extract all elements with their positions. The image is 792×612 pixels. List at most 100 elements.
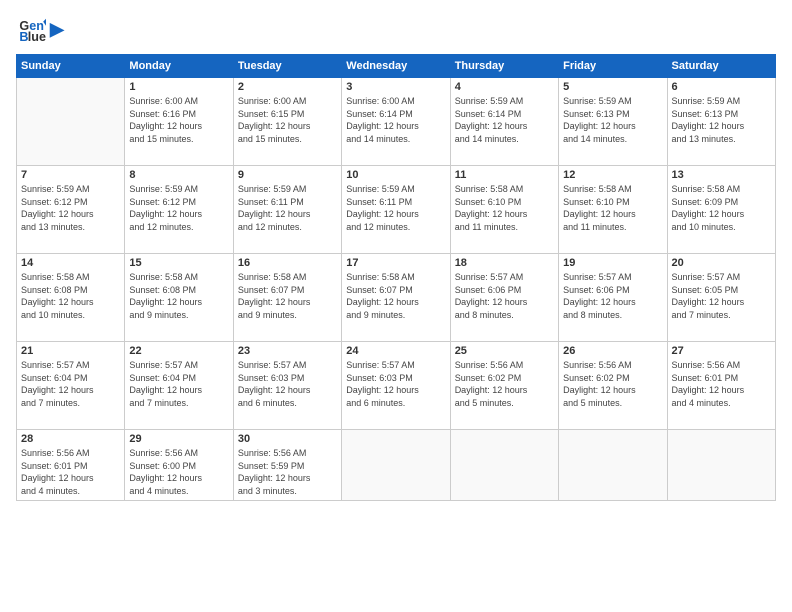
calendar-cell: 18 Sunrise: 5:57 AMSunset: 6:06 PMDayligh…	[450, 254, 558, 342]
day-number: 19	[563, 257, 662, 269]
calendar-cell	[342, 430, 450, 501]
day-number: 17	[346, 257, 445, 269]
calendar-cell: 30 Sunrise: 5:56 AMSunset: 5:59 PMDayligh…	[233, 430, 341, 501]
day-info: Sunrise: 5:57 AMSunset: 6:06 PMDaylight:…	[455, 271, 554, 321]
day-info: Sunrise: 5:56 AMSunset: 6:02 PMDaylight:…	[455, 359, 554, 409]
calendar-cell: 1 Sunrise: 6:00 AMSunset: 6:16 PMDaylight…	[125, 78, 233, 166]
day-info: Sunrise: 5:59 AMSunset: 6:13 PMDaylight:…	[563, 95, 662, 145]
calendar-cell: 20 Sunrise: 5:57 AMSunset: 6:05 PMDayligh…	[667, 254, 775, 342]
day-number: 28	[21, 433, 120, 445]
weekday-header-thursday: Thursday	[450, 55, 558, 78]
day-number: 9	[238, 169, 337, 181]
day-number: 21	[21, 345, 120, 357]
day-info: Sunrise: 5:58 AMSunset: 6:08 PMDaylight:…	[21, 271, 120, 321]
calendar-cell: 13Sunrise: 5:58 AMSunset: 6:09 PMDayligh…	[667, 166, 775, 254]
calendar-cell: 21 Sunrise: 5:57 AMSunset: 6:04 PMDayligh…	[17, 342, 125, 430]
weekday-header-friday: Friday	[559, 55, 667, 78]
calendar-body: 1 Sunrise: 6:00 AMSunset: 6:16 PMDaylight…	[17, 78, 776, 501]
calendar-cell: 10 Sunrise: 5:59 AMSunset: 6:11 PMDayligh…	[342, 166, 450, 254]
calendar-cell: 29 Sunrise: 5:56 AMSunset: 6:00 PMDayligh…	[125, 430, 233, 501]
calendar-cell	[559, 430, 667, 501]
day-info: Sunrise: 5:57 AMSunset: 6:05 PMDaylight:…	[672, 271, 771, 321]
calendar-cell	[17, 78, 125, 166]
day-number: 15	[129, 257, 228, 269]
day-number: 25	[455, 345, 554, 357]
day-number: 3	[346, 81, 445, 93]
day-info: Sunrise: 5:58 AMSunset: 6:10 PMDaylight:…	[455, 183, 554, 233]
calendar-cell: 17 Sunrise: 5:58 AMSunset: 6:07 PMDayligh…	[342, 254, 450, 342]
day-number: 6	[672, 81, 771, 93]
calendar-cell: 28 Sunrise: 5:56 AMSunset: 6:01 PMDayligh…	[17, 430, 125, 501]
calendar-cell: 9Sunrise: 5:59 AMSunset: 6:11 PMDaylight…	[233, 166, 341, 254]
day-number: 7	[21, 169, 120, 181]
calendar-cell: 12 Sunrise: 5:58 AMSunset: 6:10 PMDayligh…	[559, 166, 667, 254]
calendar-table: SundayMondayTuesdayWednesdayThursdayFrid…	[16, 54, 776, 501]
logo-icon: G en B lue	[18, 16, 46, 44]
svg-text:lue: lue	[28, 30, 46, 44]
calendar-cell: 19 Sunrise: 5:57 AMSunset: 6:06 PMDayligh…	[559, 254, 667, 342]
day-info: Sunrise: 5:59 AMSunset: 6:12 PMDaylight:…	[21, 183, 120, 233]
day-number: 29	[129, 433, 228, 445]
weekday-header-sunday: Sunday	[17, 55, 125, 78]
day-number: 5	[563, 81, 662, 93]
day-number: 11	[455, 169, 554, 181]
day-info: Sunrise: 5:58 AMSunset: 6:09 PMDaylight:…	[672, 183, 771, 233]
weekday-header-monday: Monday	[125, 55, 233, 78]
day-info: Sunrise: 5:57 AMSunset: 6:03 PMDaylight:…	[346, 359, 445, 409]
calendar-cell: 8Sunrise: 5:59 AMSunset: 6:12 PMDaylight…	[125, 166, 233, 254]
page-header: G en B lue ▶	[16, 16, 776, 44]
day-info: Sunrise: 5:56 AMSunset: 6:02 PMDaylight:…	[563, 359, 662, 409]
calendar-cell: 26Sunrise: 5:56 AMSunset: 6:02 PMDayligh…	[559, 342, 667, 430]
calendar-cell: 4 Sunrise: 5:59 AMSunset: 6:14 PMDaylight…	[450, 78, 558, 166]
day-info: Sunrise: 5:57 AMSunset: 6:03 PMDaylight:…	[238, 359, 337, 409]
calendar-cell: 2Sunrise: 6:00 AMSunset: 6:15 PMDaylight…	[233, 78, 341, 166]
day-number: 1	[129, 81, 228, 93]
day-number: 16	[238, 257, 337, 269]
calendar-cell: 3 Sunrise: 6:00 AMSunset: 6:14 PMDaylight…	[342, 78, 450, 166]
calendar-cell: 14 Sunrise: 5:58 AMSunset: 6:08 PMDayligh…	[17, 254, 125, 342]
day-number: 20	[672, 257, 771, 269]
calendar-week-1: 1 Sunrise: 6:00 AMSunset: 6:16 PMDaylight…	[17, 78, 776, 166]
calendar-cell: 24Sunrise: 5:57 AMSunset: 6:03 PMDayligh…	[342, 342, 450, 430]
day-info: Sunrise: 5:56 AMSunset: 5:59 PMDaylight:…	[238, 447, 337, 497]
weekday-header-row: SundayMondayTuesdayWednesdayThursdayFrid…	[17, 55, 776, 78]
calendar-cell: 5 Sunrise: 5:59 AMSunset: 6:13 PMDaylight…	[559, 78, 667, 166]
day-number: 8	[129, 169, 228, 181]
day-info: Sunrise: 5:58 AMSunset: 6:07 PMDaylight:…	[238, 271, 337, 321]
day-info: Sunrise: 5:58 AMSunset: 6:07 PMDaylight:…	[346, 271, 445, 321]
logo: G en B lue ▶	[16, 16, 64, 44]
day-info: Sunrise: 5:56 AMSunset: 6:01 PMDaylight:…	[21, 447, 120, 497]
day-number: 30	[238, 433, 337, 445]
day-number: 12	[563, 169, 662, 181]
calendar-cell: 23 Sunrise: 5:57 AMSunset: 6:03 PMDayligh…	[233, 342, 341, 430]
calendar-week-5: 28 Sunrise: 5:56 AMSunset: 6:01 PMDayligh…	[17, 430, 776, 501]
day-info: Sunrise: 5:59 AMSunset: 6:11 PMDaylight:…	[346, 183, 445, 233]
calendar-cell	[450, 430, 558, 501]
day-number: 14	[21, 257, 120, 269]
day-info: Sunrise: 6:00 AMSunset: 6:16 PMDaylight:…	[129, 95, 228, 145]
day-info: Sunrise: 5:56 AMSunset: 6:00 PMDaylight:…	[129, 447, 228, 497]
day-info: Sunrise: 6:00 AMSunset: 6:14 PMDaylight:…	[346, 95, 445, 145]
day-number: 18	[455, 257, 554, 269]
day-number: 10	[346, 169, 445, 181]
day-info: Sunrise: 5:57 AMSunset: 6:04 PMDaylight:…	[21, 359, 120, 409]
day-number: 2	[238, 81, 337, 93]
day-number: 23	[238, 345, 337, 357]
day-number: 4	[455, 81, 554, 93]
day-info: Sunrise: 5:57 AMSunset: 6:04 PMDaylight:…	[129, 359, 228, 409]
calendar-cell: 7 Sunrise: 5:59 AMSunset: 6:12 PMDaylight…	[17, 166, 125, 254]
calendar-page: G en B lue ▶ SundayMondayTuesdayWednesda…	[0, 0, 792, 612]
day-info: Sunrise: 5:58 AMSunset: 6:08 PMDaylight:…	[129, 271, 228, 321]
day-info: Sunrise: 5:58 AMSunset: 6:10 PMDaylight:…	[563, 183, 662, 233]
day-info: Sunrise: 5:59 AMSunset: 6:14 PMDaylight:…	[455, 95, 554, 145]
calendar-cell: 25 Sunrise: 5:56 AMSunset: 6:02 PMDayligh…	[450, 342, 558, 430]
calendar-cell	[667, 430, 775, 501]
day-info: Sunrise: 5:57 AMSunset: 6:06 PMDaylight:…	[563, 271, 662, 321]
day-number: 22	[129, 345, 228, 357]
weekday-header-saturday: Saturday	[667, 55, 775, 78]
calendar-cell: 6Sunrise: 5:59 AMSunset: 6:13 PMDaylight…	[667, 78, 775, 166]
calendar-week-4: 21 Sunrise: 5:57 AMSunset: 6:04 PMDayligh…	[17, 342, 776, 430]
day-number: 27	[672, 345, 771, 357]
calendar-cell: 27 Sunrise: 5:56 AMSunset: 6:01 PMDayligh…	[667, 342, 775, 430]
day-info: Sunrise: 5:56 AMSunset: 6:01 PMDaylight:…	[672, 359, 771, 409]
